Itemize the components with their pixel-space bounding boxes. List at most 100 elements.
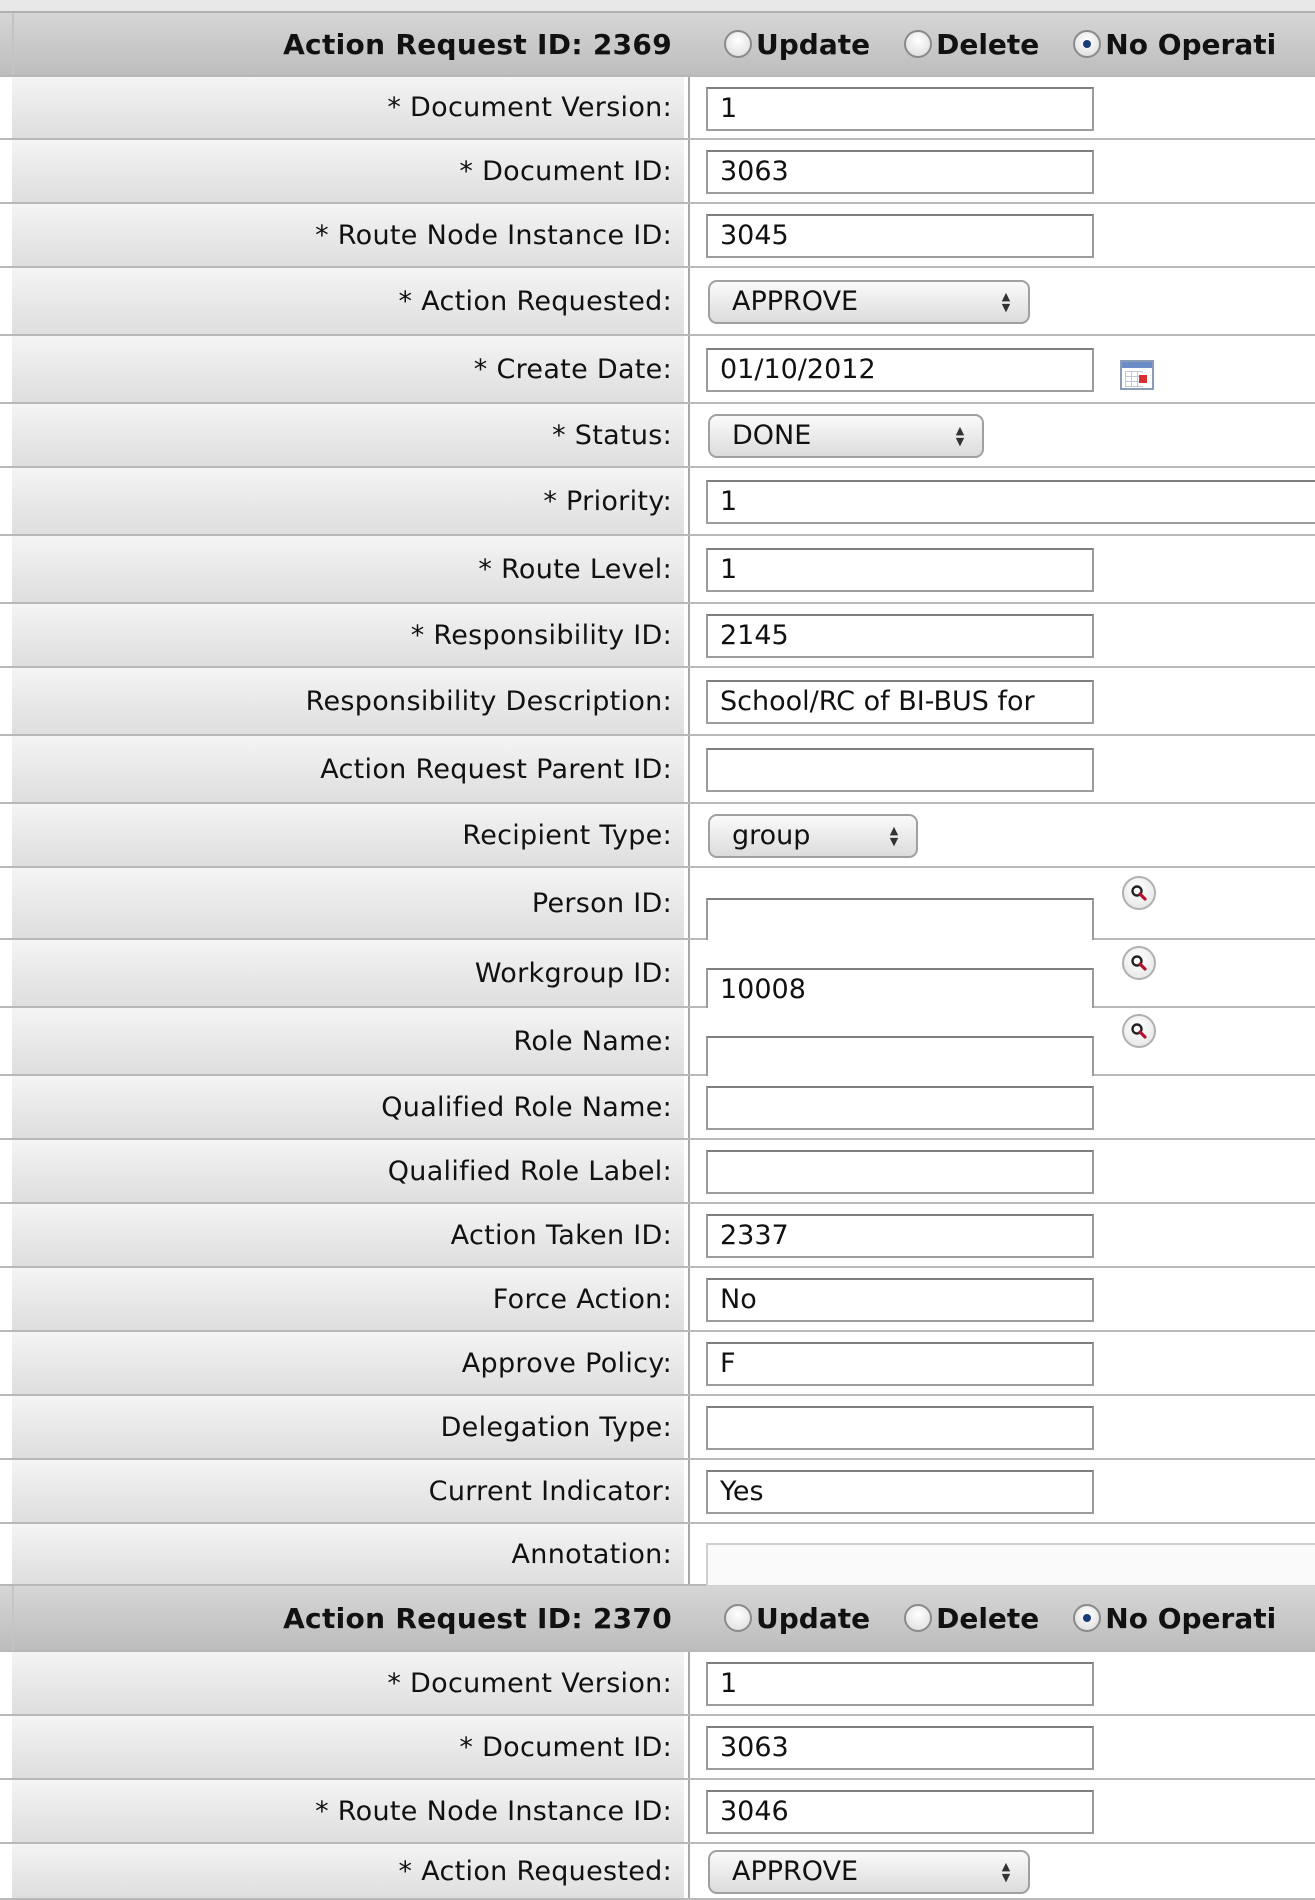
top-separator <box>0 0 1315 13</box>
person-id-label: Person ID: <box>12 868 684 938</box>
action-requested-value-cell: APPROVE ▲ ▼ <box>688 1844 1315 1898</box>
recipient-type-label: Recipient Type: <box>12 804 684 866</box>
route-level-input[interactable]: 1 <box>706 548 1094 592</box>
operation-radio-update[interactable] <box>724 30 752 58</box>
role-name-value-cell <box>688 1008 1315 1080</box>
priority-input[interactable]: 1 <box>706 480 1315 524</box>
action-taken-id-label: Action Taken ID: <box>12 1204 684 1266</box>
action-request-parent-id-label: Action Request Parent ID: <box>12 736 684 802</box>
force-action-input[interactable]: No <box>706 1278 1094 1322</box>
responsibility-description-input[interactable]: School/RC of BI-BUS for <box>706 680 1094 724</box>
action-requested-select[interactable]: APPROVE ▲ ▼ <box>708 1850 1030 1894</box>
approve-policy-label: Approve Policy: <box>12 1332 684 1394</box>
operation-radio-group: Update Delete No Operati <box>724 1602 1310 1635</box>
operation-radio-delete[interactable] <box>904 1604 933 1632</box>
action-request-parent-id-input[interactable] <box>706 748 1094 792</box>
approve-policy-input[interactable]: F <box>706 1342 1094 1386</box>
create-date-label: * Create Date: <box>12 336 684 402</box>
action-requested-selected-value: APPROVE <box>732 1856 859 1887</box>
field-row-qualified-role-name: Qualified Role Name: <box>0 1076 1315 1140</box>
current-indicator-input[interactable]: Yes <box>706 1470 1094 1514</box>
force-action-label: Force Action: <box>12 1268 684 1330</box>
operation-option-label: Delete <box>936 27 1040 61</box>
action-requested-select[interactable]: APPROVE ▲ ▼ <box>708 280 1030 324</box>
route-node-instance-id-value-cell: 3045 <box>688 204 1315 266</box>
document-version-input[interactable]: 1 <box>706 1662 1094 1706</box>
force-action-value-cell: No <box>688 1268 1315 1330</box>
operation-radio-group: Update Delete No Operati <box>724 28 1310 61</box>
route-level-value-cell: 1 <box>688 536 1315 602</box>
current-indicator-value-cell: Yes <box>688 1460 1315 1522</box>
qualified-role-name-label: Qualified Role Name: <box>12 1076 684 1138</box>
qualified-role-name-value-cell <box>688 1076 1315 1138</box>
status-selected-value: DONE <box>732 420 812 451</box>
operation-option-label: Update <box>756 27 871 61</box>
field-row-document-id: * Document ID: 3063 <box>0 140 1315 204</box>
field-row-create-date: * Create Date: 01/10/2012 <box>0 336 1315 404</box>
route-node-instance-id-label: * Route Node Instance ID: <box>12 204 684 266</box>
qualified-role-label-input[interactable] <box>706 1150 1094 1194</box>
operation-option-delete[interactable]: Delete <box>904 1602 1039 1635</box>
operation-radio-no-operati[interactable] <box>1073 1604 1102 1632</box>
field-row-priority: * Priority: 1 <box>0 468 1315 536</box>
role-name-label: Role Name: <box>12 1008 684 1074</box>
field-row-action-taken-id: Action Taken ID: 2337 <box>0 1204 1315 1268</box>
person-id-value-cell <box>688 868 1315 942</box>
field-row-route-node-instance-id: * Route Node Instance ID: 3045 <box>0 204 1315 268</box>
operation-option-no-operati[interactable]: No Operati <box>1073 1602 1276 1635</box>
document-id-label: * Document ID: <box>12 140 684 202</box>
operation-option-update[interactable]: Update <box>724 28 870 61</box>
action-requested-label: * Action Requested: <box>12 268 684 334</box>
role-name-input[interactable] <box>706 1036 1094 1080</box>
operation-radio-update[interactable] <box>724 1604 752 1632</box>
operation-radio-no-operati[interactable] <box>1073 30 1102 58</box>
recipient-type-selected-value: group <box>732 820 811 851</box>
document-id-input[interactable]: 3063 <box>706 1726 1094 1770</box>
annotation-input[interactable] <box>706 1543 1315 1587</box>
create-date-input[interactable]: 01/10/2012 <box>706 348 1094 392</box>
operation-option-no-operati[interactable]: No Operati <box>1073 28 1276 61</box>
document-version-label: * Document Version: <box>12 77 684 138</box>
route-node-instance-id-input[interactable]: 3045 <box>706 214 1094 258</box>
document-id-value-cell: 3063 <box>688 1716 1315 1778</box>
field-row-role-name: Role Name: <box>0 1008 1315 1080</box>
operation-option-label: Update <box>756 1601 871 1635</box>
field-row-action-requested: * Action Requested: APPROVE ▲ ▼ <box>0 1844 1315 1900</box>
select-arrows-icon: ▲ ▼ <box>1001 1860 1011 1884</box>
workgroup-id-input[interactable]: 10008 <box>706 968 1094 1012</box>
field-row-person-id: Person ID: <box>0 868 1315 942</box>
field-row-document-version: * Document Version: 1 <box>0 1652 1315 1716</box>
magnifier-icon[interactable] <box>1122 946 1156 980</box>
action-taken-id-value-cell: 2337 <box>688 1204 1315 1266</box>
priority-value-cell: 1 <box>688 468 1315 534</box>
magnifier-icon[interactable] <box>1122 876 1156 910</box>
route-node-instance-id-input[interactable]: 3046 <box>706 1790 1094 1834</box>
create-date-value-cell: 01/10/2012 <box>688 336 1315 402</box>
magnifier-icon[interactable] <box>1122 1014 1156 1048</box>
delegation-type-input[interactable] <box>706 1406 1094 1450</box>
document-id-input[interactable]: 3063 <box>706 150 1094 194</box>
recipient-type-select[interactable]: group ▲ ▼ <box>708 814 918 858</box>
field-row-responsibility-description: Responsibility Description: School/RC of … <box>0 668 1315 736</box>
field-row-status: * Status: DONE ▲ ▼ <box>0 404 1315 468</box>
status-label: * Status: <box>12 404 684 466</box>
responsibility-id-input[interactable]: 2145 <box>706 614 1094 658</box>
status-select[interactable]: DONE ▲ ▼ <box>708 414 984 458</box>
field-row-document-version: * Document Version: 1 <box>0 77 1315 140</box>
field-row-route-level: * Route Level: 1 <box>0 536 1315 604</box>
document-version-value-cell: 1 <box>688 77 1315 138</box>
select-arrows-icon: ▲ ▼ <box>1001 290 1011 314</box>
action-taken-id-input[interactable]: 2337 <box>706 1214 1094 1258</box>
field-row-delegation-type: Delegation Type: <box>0 1396 1315 1460</box>
person-id-input[interactable] <box>706 898 1094 942</box>
delegation-type-value-cell <box>688 1396 1315 1458</box>
operation-radio-delete[interactable] <box>904 30 933 58</box>
operation-selector: Update Delete No Operati <box>688 13 1315 75</box>
document-version-input[interactable]: 1 <box>706 87 1094 131</box>
operation-option-delete[interactable]: Delete <box>904 28 1039 61</box>
field-row-action-requested: * Action Requested: APPROVE ▲ ▼ <box>0 268 1315 336</box>
action-requested-value-cell: APPROVE ▲ ▼ <box>688 268 1315 334</box>
calendar-icon[interactable] <box>1120 360 1154 390</box>
operation-option-update[interactable]: Update <box>724 1602 870 1635</box>
qualified-role-name-input[interactable] <box>706 1086 1094 1130</box>
